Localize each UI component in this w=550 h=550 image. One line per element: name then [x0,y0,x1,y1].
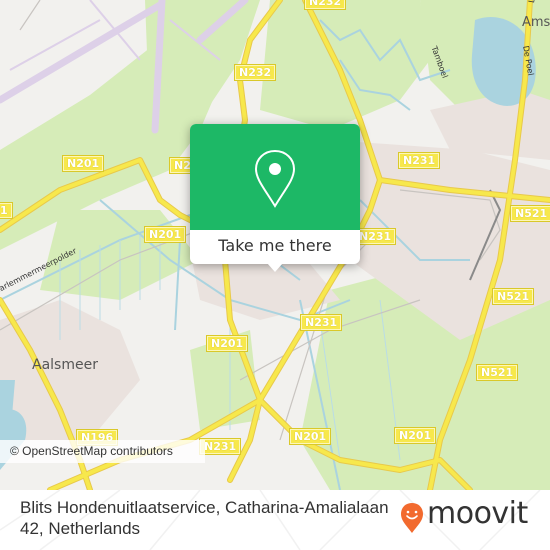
road-shield-n201: N201 [61,155,105,172]
road-shield-edge: 1 [0,202,13,219]
road-shield-n231: N231 [397,152,441,169]
road-shield-n232: N232 [303,0,347,10]
road-shield-n521: N521 [491,288,535,305]
road-shield-n521: N521 [509,205,550,222]
take-me-there-popup[interactable]: Take me there [190,124,360,272]
place-address: Blits Hondenuitlaatservice, Catharina-Am… [20,498,389,538]
road-shield-n201: N201 [393,427,437,444]
footer: Blits Hondenuitlaatservice, Catharina-Am… [0,490,550,550]
map-attribution[interactable]: © OpenStreetMap contributors [0,440,205,463]
map-view[interactable]: N232 N232 N201 N23 N201 N201 N201 N201 N… [0,0,550,490]
road-shield-n231: N231 [299,314,343,331]
road-shield-n201: N201 [143,226,187,243]
take-me-there-button[interactable]: Take me there [190,230,360,264]
moovit-pin-icon [401,503,423,533]
place-label-amstelveen: Ams [522,15,550,30]
popup-header[interactable] [190,124,360,230]
place-label-aalsmeer: Aalsmeer [32,357,98,373]
moovit-wordmark: moovit [427,496,528,531]
road-shield-n521: N521 [475,364,519,381]
moovit-logo[interactable]: moovit [400,496,540,536]
road-shield-n201: N201 [205,335,249,352]
road-shield-n231: N231 [198,438,242,455]
map-pin-icon [254,149,296,208]
road-shield-n232: N232 [233,64,277,81]
road-shield-n201: N201 [288,428,332,445]
popup-pointer [267,263,283,272]
road-shield-n231: N231 [353,228,397,245]
